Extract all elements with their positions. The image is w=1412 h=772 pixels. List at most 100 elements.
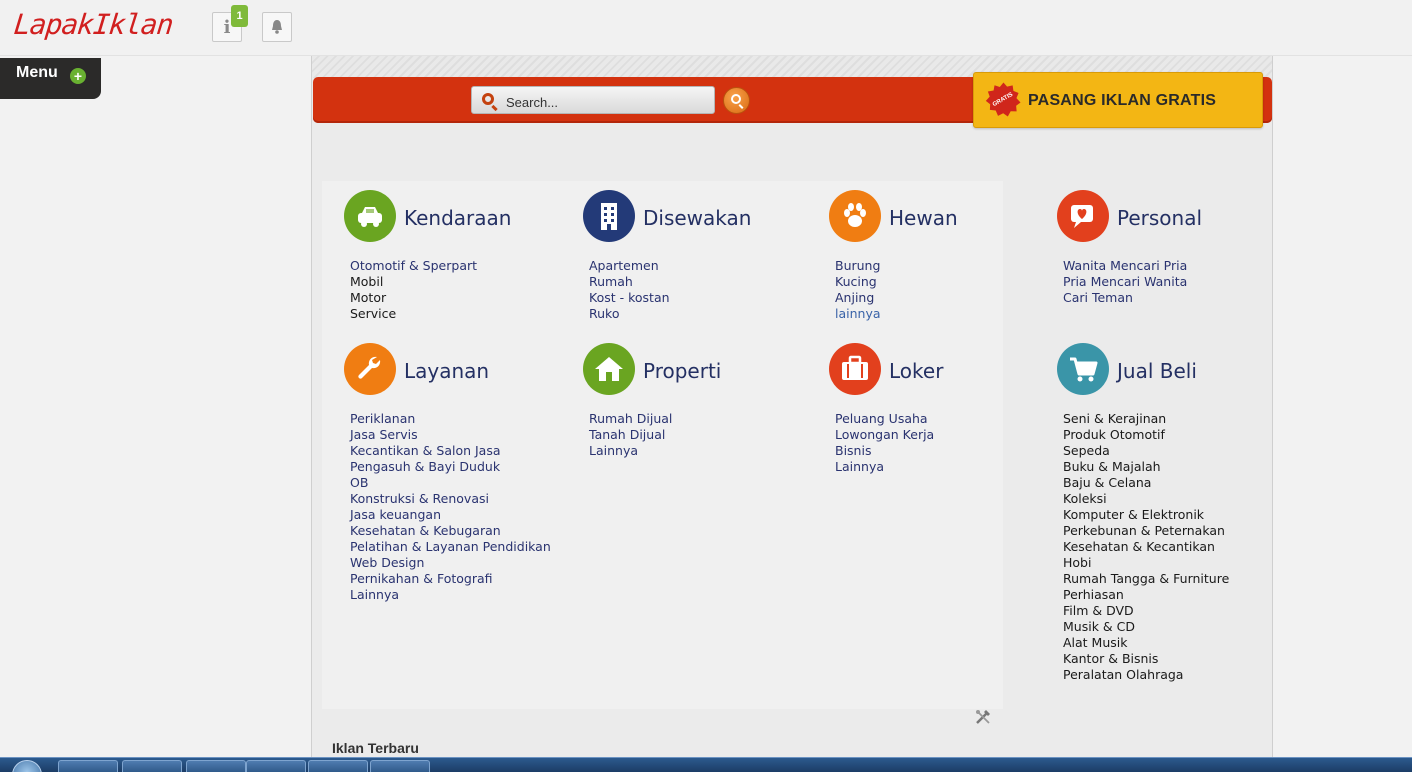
category-links: Otomotif & Sperpart Mobil Motor Service — [350, 258, 477, 322]
taskbar-notepad-icon[interactable] — [308, 760, 368, 772]
category-links: Apartemen Rumah Kost - kostan Ruko — [589, 258, 670, 322]
category-link[interactable]: Service — [350, 306, 477, 322]
category-link[interactable]: Koleksi — [1063, 491, 1229, 507]
category-link[interactable]: Kesehatan & Kebugaran — [350, 523, 551, 539]
category-link[interactable]: Seni & Kerajinan — [1063, 411, 1229, 427]
category-link[interactable]: Bisnis — [835, 443, 934, 459]
category-links: Peluang Usaha Lowongan Kerja Bisnis Lainnya — [835, 411, 934, 475]
category-link[interactable]: Mobil — [350, 274, 477, 290]
category-link[interactable]: Kost - kostan — [589, 290, 670, 306]
taskbar-explorer-icon[interactable] — [58, 760, 118, 772]
category-link[interactable]: Kecantikan & Salon Jasa — [350, 443, 551, 459]
category-link[interactable]: Burung — [835, 258, 881, 274]
category-link[interactable]: Komputer & Elektronik — [1063, 507, 1229, 523]
category-link[interactable]: Rumah — [589, 274, 670, 290]
category-link[interactable]: Web Design — [350, 555, 551, 571]
category-title[interactable]: Jual Beli — [1117, 359, 1197, 383]
start-orb-icon[interactable] — [12, 760, 42, 772]
category-link[interactable]: Peluang Usaha — [835, 411, 934, 427]
category-properti: Properti Rumah Dijual Tanah Dijual Lainnya — [583, 343, 823, 458]
category-kendaraan: Kendaraan Otomotif & Sperpart Mobil Motor S… — [344, 190, 584, 321]
category-link[interactable]: Kucing — [835, 274, 881, 290]
category-link[interactable]: Apartemen — [589, 258, 670, 274]
category-link[interactable]: Buku & Majalah — [1063, 459, 1229, 475]
taskbar-opera-icon[interactable] — [186, 760, 246, 772]
category-link[interactable]: Rumah Dijual — [589, 411, 672, 427]
category-links: Burung Kucing Anjing lainnya — [835, 258, 881, 322]
category-loker: Loker Peluang Usaha Lowongan Kerja Bisnis L… — [829, 343, 1069, 474]
category-title[interactable]: Properti — [643, 359, 721, 383]
category-link[interactable]: Cari Teman — [1063, 290, 1187, 306]
category-title[interactable]: Hewan — [889, 206, 958, 230]
main-panel: Search... GRATIS PASANG IKLAN GRATIS Ken… — [311, 56, 1273, 772]
category-links: Periklanan Jasa Servis Kecantikan & Salon … — [350, 411, 551, 603]
category-link[interactable]: Lowongan Kerja — [835, 427, 934, 443]
category-link[interactable]: Wanita Mencari Pria — [1063, 258, 1187, 274]
bell-icon[interactable] — [262, 12, 292, 42]
category-links: Rumah Dijual Tanah Dijual Lainnya — [589, 411, 672, 459]
post-ad-button[interactable]: GRATIS PASANG IKLAN GRATIS — [973, 72, 1263, 128]
search-icon — [482, 93, 494, 105]
category-link[interactable]: Pernikahan & Fotografi — [350, 571, 551, 587]
paw-icon[interactable] — [829, 190, 881, 242]
category-link[interactable]: Lainnya — [835, 459, 934, 475]
taskbar-app-icon[interactable] — [370, 760, 430, 772]
category-link[interactable]: Tanah Dijual — [589, 427, 672, 443]
category-link[interactable]: lainnya — [835, 306, 881, 322]
category-link[interactable]: Alat Musik — [1063, 635, 1229, 651]
category-link[interactable]: Produk Otomotif — [1063, 427, 1229, 443]
car-icon[interactable] — [344, 190, 396, 242]
post-ad-label: PASANG IKLAN GRATIS — [1028, 92, 1217, 109]
heart-chat-icon[interactable] — [1057, 190, 1109, 242]
category-link[interactable]: Rumah Tangga & Furniture — [1063, 571, 1229, 587]
category-link[interactable]: Sepeda — [1063, 443, 1229, 459]
category-link[interactable]: Lainnya — [350, 587, 551, 603]
category-link[interactable]: Jasa keuangan — [350, 507, 551, 523]
category-link[interactable]: Lainnya — [589, 443, 672, 459]
category-link[interactable]: Baju & Celana — [1063, 475, 1229, 491]
taskbar-firefox-icon[interactable] — [122, 760, 182, 772]
category-link[interactable]: Ruko — [589, 306, 670, 322]
top-bar: LapakIklan i 1 — [0, 0, 1412, 56]
category-title[interactable]: Layanan — [404, 359, 489, 383]
category-link[interactable]: Pelatihan & Layanan Pendidikan — [350, 539, 551, 555]
category-link[interactable]: OB — [350, 475, 551, 491]
category-link[interactable]: Jasa Servis — [350, 427, 551, 443]
site-logo[interactable]: LapakIklan — [12, 8, 174, 41]
category-link[interactable]: Periklanan — [350, 411, 551, 427]
category-link[interactable]: Konstruksi & Renovasi — [350, 491, 551, 507]
category-link[interactable]: Anjing — [835, 290, 881, 306]
category-link[interactable]: Musik & CD — [1063, 619, 1229, 635]
house-icon[interactable] — [583, 343, 635, 395]
building-icon[interactable] — [583, 190, 635, 242]
os-taskbar — [0, 757, 1412, 772]
category-link[interactable]: Perhiasan — [1063, 587, 1229, 603]
category-link[interactable]: Kesehatan & Kecantikan — [1063, 539, 1229, 555]
latest-ads-heading: Iklan Terbaru — [332, 740, 419, 756]
category-link[interactable]: Kantor & Bisnis — [1063, 651, 1229, 667]
category-link[interactable]: Film & DVD — [1063, 603, 1229, 619]
search-placeholder: Search... — [506, 95, 559, 110]
category-link[interactable]: Peralatan Olahraga — [1063, 667, 1229, 683]
magnifier-icon — [731, 94, 741, 104]
category-link[interactable]: Perkebunan & Peternakan — [1063, 523, 1229, 539]
tools-icon[interactable] — [974, 708, 992, 726]
wrench-icon[interactable] — [344, 343, 396, 395]
category-link[interactable]: Otomotif & Sperpart — [350, 258, 477, 274]
cart-icon[interactable] — [1057, 343, 1109, 395]
category-title[interactable]: Disewakan — [643, 206, 751, 230]
taskbar-chrome-icon[interactable] — [246, 760, 306, 772]
search-button[interactable] — [723, 87, 750, 114]
category-link[interactable]: Pengasuh & Bayi Duduk — [350, 459, 551, 475]
briefcase-icon[interactable] — [829, 343, 881, 395]
menu-button[interactable]: Menu + — [0, 58, 101, 99]
category-link[interactable]: Pria Mencari Wanita — [1063, 274, 1187, 290]
category-title[interactable]: Personal — [1117, 206, 1202, 230]
category-title[interactable]: Kendaraan — [404, 206, 511, 230]
category-links: Seni & Kerajinan Produk Otomotif Sepeda Buk… — [1063, 411, 1229, 683]
category-link[interactable]: Motor — [350, 290, 477, 306]
category-personal: Personal Wanita Mencari Pria Pria Mencari… — [1057, 190, 1297, 305]
category-link[interactable]: Hobi — [1063, 555, 1229, 571]
search-input[interactable]: Search... — [471, 86, 715, 114]
category-title[interactable]: Loker — [889, 359, 943, 383]
